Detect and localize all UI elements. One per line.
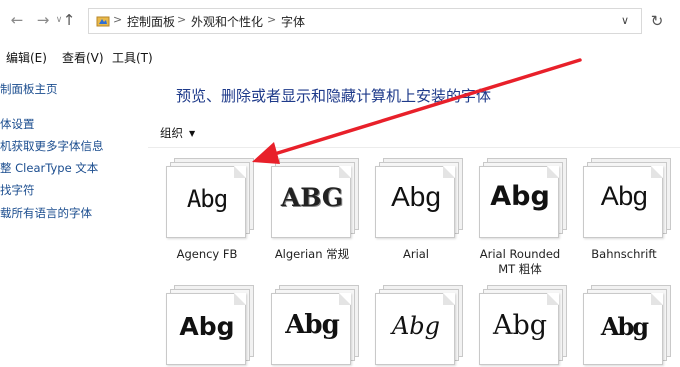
annotation-arrow <box>252 58 582 164</box>
